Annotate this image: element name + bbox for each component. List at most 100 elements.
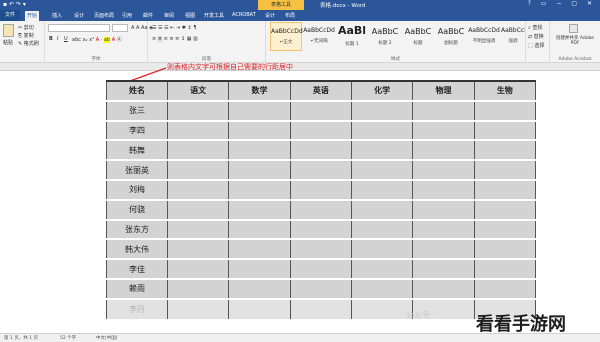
language-indicator[interactable]: 中文(中国): [96, 335, 118, 341]
tab-references[interactable]: 引用: [122, 12, 132, 19]
score-cell[interactable]: [289, 159, 352, 181]
score-cell[interactable]: [289, 198, 352, 221]
score-cell[interactable]: [473, 218, 537, 240]
score-cell[interactable]: [350, 238, 414, 260]
tab-page-layout[interactable]: 页面布局: [94, 12, 114, 19]
name-cell[interactable]: 何骁: [106, 198, 168, 221]
header-cell[interactable]: 生物: [473, 80, 537, 102]
score-cell[interactable]: [166, 238, 230, 260]
header-cell[interactable]: 姓名: [106, 80, 168, 102]
score-cell[interactable]: [412, 198, 475, 221]
align-buttons[interactable]: ≡ ≡ ≡ ≡ ≡ ↕ ▦ ▥: [152, 36, 198, 42]
score-cell[interactable]: [289, 297, 352, 319]
score-cell[interactable]: [350, 159, 414, 181]
score-cell[interactable]: [412, 99, 475, 122]
bold-button[interactable]: B: [49, 36, 53, 42]
score-cell[interactable]: [289, 99, 352, 122]
score-cell[interactable]: [228, 218, 291, 240]
create-share-pdf-button[interactable]: 创建并共享 Adobe PDF: [552, 36, 598, 46]
score-cell[interactable]: [166, 178, 230, 201]
style-heading-2[interactable]: AaBbC 标题 2: [369, 22, 401, 51]
score-cell[interactable]: [473, 99, 537, 122]
score-cell[interactable]: [412, 178, 475, 201]
score-cell[interactable]: [473, 238, 537, 260]
page-count[interactable]: 第 1 页，共 1 页: [4, 335, 38, 341]
tab-view[interactable]: 视图: [185, 12, 195, 19]
score-cell[interactable]: [350, 119, 414, 141]
score-cell[interactable]: [166, 139, 230, 161]
font-effects-buttons[interactable]: abc x₂ x² A · ab A Ⓐ: [72, 36, 122, 43]
score-cell[interactable]: [166, 99, 230, 122]
style-emphasis[interactable]: AaBbCcDd 强调: [501, 22, 525, 51]
name-cell[interactable]: 韩大伟: [106, 238, 168, 260]
paste-button[interactable]: 粘贴: [3, 39, 13, 46]
score-cell[interactable]: [412, 139, 475, 161]
score-cell[interactable]: [473, 119, 537, 141]
score-cell[interactable]: [228, 99, 291, 122]
style-subtitle[interactable]: AaBbC 副标题: [435, 22, 467, 51]
score-cell[interactable]: [289, 178, 352, 201]
adobe-pdf-icon[interactable]: [569, 24, 578, 33]
score-cell[interactable]: [350, 218, 414, 240]
name-cell[interactable]: 张东方: [106, 218, 168, 240]
find-button[interactable]: ⌕ 查找: [528, 24, 542, 31]
score-cell[interactable]: [166, 258, 230, 280]
name-cell[interactable]: 刘梅: [106, 178, 168, 201]
name-cell[interactable]: 李四: [106, 119, 168, 141]
ruler[interactable]: [0, 63, 600, 71]
score-cell[interactable]: [228, 178, 291, 201]
score-cell[interactable]: [350, 258, 414, 280]
score-cell[interactable]: [228, 238, 291, 260]
tab-design[interactable]: 设计: [74, 12, 84, 19]
score-cell[interactable]: [228, 139, 291, 161]
italic-button[interactable]: I: [57, 36, 58, 42]
header-cell[interactable]: 化学: [350, 80, 414, 102]
score-cell[interactable]: [350, 178, 414, 201]
replace-button[interactable]: ⇄ 替换: [528, 33, 544, 40]
score-cell[interactable]: [412, 277, 475, 300]
format-painter-button[interactable]: ✎ 格式刷: [18, 40, 39, 47]
style-heading-1[interactable]: AaBl 标题 1: [336, 22, 368, 51]
cut-button[interactable]: ✂ 剪切: [18, 24, 34, 31]
tab-table-design[interactable]: 设计: [265, 12, 275, 19]
word-count[interactable]: 52 个字: [60, 335, 76, 341]
font-size-select[interactable]: [112, 24, 128, 32]
score-cell[interactable]: [228, 198, 291, 221]
score-table[interactable]: 姓名 语文 数学 英语 化学 物理 生物 张三 李四 韩舞 张丽英 刘梅 何骁 张东方 韩大伟…: [106, 80, 537, 319]
score-cell[interactable]: [166, 297, 230, 319]
score-cell[interactable]: [473, 277, 537, 300]
window-controls[interactable]: ? ▭ − ▢ ✕: [528, 0, 596, 7]
score-cell[interactable]: [350, 198, 414, 221]
name-cell[interactable]: 韩舞: [106, 139, 168, 161]
name-cell[interactable]: 李佳: [106, 258, 168, 280]
score-cell[interactable]: [166, 218, 230, 240]
tab-mailings[interactable]: 邮件: [143, 12, 153, 19]
style-no-spacing[interactable]: AaBbCcDd ↵无间隔: [303, 22, 335, 51]
header-cell[interactable]: 语文: [166, 80, 230, 102]
style-subtle-emphasis[interactable]: AaBbCcDd 不明显强调: [468, 22, 500, 51]
style-normal[interactable]: AaBbCcDd ↵正文: [270, 22, 303, 51]
score-cell[interactable]: [473, 178, 537, 201]
score-cell[interactable]: [289, 258, 352, 280]
score-cell[interactable]: [289, 218, 352, 240]
score-cell[interactable]: [166, 277, 230, 300]
tab-table-layout[interactable]: 布局: [285, 12, 295, 19]
score-cell[interactable]: [166, 198, 230, 221]
score-cell[interactable]: [289, 119, 352, 141]
list-buttons[interactable]: ☰ ☰ ☰ ⇤ ⇥ ✱ ↕ ¶: [152, 25, 197, 31]
tab-insert[interactable]: 插入: [52, 12, 62, 19]
header-cell[interactable]: 数学: [228, 80, 291, 102]
score-cell[interactable]: [228, 258, 291, 280]
score-cell[interactable]: [473, 198, 537, 221]
name-cell[interactable]: 赖雨: [106, 277, 168, 300]
tab-review[interactable]: 审阅: [164, 12, 174, 19]
score-cell[interactable]: [228, 159, 291, 181]
score-cell[interactable]: [350, 297, 414, 319]
select-button[interactable]: ⬚ 选择: [528, 42, 544, 49]
underline-button[interactable]: U: [64, 36, 68, 42]
tab-home[interactable]: 开始: [25, 11, 40, 21]
tab-file[interactable]: 文件: [0, 10, 20, 21]
name-cell[interactable]: 张三: [106, 99, 168, 122]
font-name-select[interactable]: [48, 24, 110, 32]
score-cell[interactable]: [228, 277, 291, 300]
